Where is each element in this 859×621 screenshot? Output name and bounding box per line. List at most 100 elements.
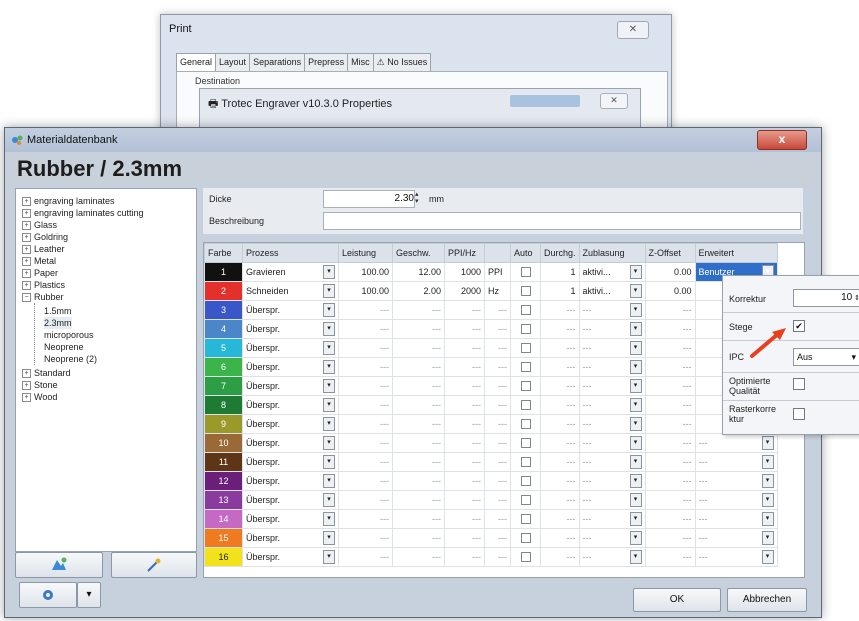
chevron-down-icon[interactable]: ▾ <box>323 322 335 336</box>
auto-checkbox-cell[interactable] <box>510 262 541 282</box>
expand-icon[interactable]: + <box>22 209 31 219</box>
korrektur-input[interactable]: 10 ⇕ <box>793 289 859 307</box>
auto-checkbox[interactable] <box>520 305 531 316</box>
process-select[interactable]: Überspr. ▾ <box>242 528 339 548</box>
auto-checkbox[interactable] <box>520 552 531 563</box>
expand-icon[interactable]: + <box>22 245 31 255</box>
chevron-down-icon[interactable]: ▾ <box>323 550 335 564</box>
table-row[interactable]: 4 Überspr. ▾ --- --- --- --- --- --- ▾ --- <box>204 319 778 339</box>
auto-checkbox-cell[interactable] <box>510 452 541 472</box>
zublasung-select[interactable]: --- ▾ <box>578 376 646 396</box>
tree-node[interactable]: + engraving laminates <box>22 195 115 207</box>
ok-button[interactable]: OK <box>633 588 721 612</box>
tree-child[interactable]: 1.5mm <box>44 305 72 317</box>
optimierte-checkbox[interactable] <box>793 378 805 390</box>
auto-checkbox[interactable] <box>520 343 531 354</box>
table-row[interactable]: 1 Gravieren ▾ 100.00 12.00 1000 PPI 1 aktivi... ▾… <box>204 262 778 282</box>
tree-node[interactable]: + Plastics <box>22 279 65 291</box>
zublasung-select[interactable]: --- ▾ <box>578 357 646 377</box>
tree-node[interactable]: + Metal <box>22 255 56 267</box>
auto-checkbox[interactable] <box>520 495 531 506</box>
tab-misc[interactable]: Misc <box>347 53 374 71</box>
erweitert-select[interactable]: --- ▾ <box>694 509 778 529</box>
table-row[interactable]: 14 Überspr. ▾ --- --- --- --- --- --- ▾ --- --- ▾ <box>204 509 778 529</box>
auto-checkbox[interactable] <box>520 438 531 449</box>
auto-checkbox[interactable] <box>520 514 531 525</box>
tree-node[interactable]: + Wood <box>22 391 57 403</box>
tree-node-rubber[interactable]: − Rubber <box>22 291 64 303</box>
add-material-button[interactable] <box>15 552 103 578</box>
chevron-down-icon[interactable]: ▾ <box>629 360 642 374</box>
table-row[interactable]: 8 Überspr. ▾ --- --- --- --- --- --- ▾ --- <box>204 395 778 415</box>
auto-checkbox[interactable] <box>520 476 531 487</box>
auto-checkbox-cell[interactable] <box>510 528 541 548</box>
auto-checkbox-cell[interactable] <box>510 509 541 529</box>
edit-material-button[interactable] <box>111 552 197 578</box>
auto-checkbox-cell[interactable] <box>510 490 541 510</box>
collapse-icon[interactable]: − <box>22 293 31 303</box>
auto-checkbox-cell[interactable] <box>510 281 541 301</box>
tab-separations[interactable]: Separations <box>249 53 306 71</box>
expand-icon[interactable]: + <box>22 221 31 231</box>
process-select[interactable]: Gravieren ▾ <box>242 262 339 282</box>
auto-checkbox[interactable] <box>520 324 531 335</box>
table-row[interactable]: 15 Überspr. ▾ --- --- --- --- --- --- ▾ --- --- ▾ <box>204 528 778 548</box>
window-close-button[interactable]: x <box>757 130 807 150</box>
cancel-button[interactable]: Abbrechen <box>727 588 807 612</box>
chevron-down-icon[interactable]: ▾ <box>323 284 335 298</box>
chevron-down-icon[interactable]: ▾ <box>629 303 642 317</box>
auto-checkbox[interactable] <box>520 286 531 297</box>
ipc-select[interactable]: Aus ▾ <box>793 348 859 366</box>
chevron-down-icon[interactable]: ▾ <box>629 417 642 431</box>
chevron-down-icon[interactable]: ▾ <box>629 341 642 355</box>
auto-checkbox-cell[interactable] <box>510 471 541 491</box>
table-row[interactable]: 13 Überspr. ▾ --- --- --- --- --- --- ▾ --- --- ▾ <box>204 490 778 510</box>
auto-checkbox-cell[interactable] <box>510 338 541 358</box>
raster-checkbox[interactable] <box>793 408 805 420</box>
expand-icon[interactable]: + <box>22 257 31 267</box>
chevron-down-icon[interactable]: ▾ <box>629 379 642 393</box>
chevron-down-icon[interactable]: ▾ <box>629 474 642 488</box>
chevron-down-icon[interactable]: ▾ <box>629 512 642 526</box>
expand-icon[interactable]: + <box>22 393 31 403</box>
tree-node[interactable]: + Glass <box>22 219 57 231</box>
chevron-down-icon[interactable]: ▾ <box>629 284 642 298</box>
auto-checkbox-cell[interactable] <box>510 433 541 453</box>
process-select[interactable]: Überspr. ▾ <box>242 433 339 453</box>
zublasung-select[interactable]: --- ▾ <box>578 395 646 415</box>
tree-child-selected[interactable]: 2.3mm <box>44 317 72 329</box>
process-select[interactable]: Schneiden ▾ <box>242 281 339 301</box>
material-tree[interactable]: + engraving laminates + engraving laminate… <box>15 188 197 552</box>
settings-dropdown-button[interactable]: ▾ <box>77 582 101 608</box>
chevron-down-icon[interactable]: ▾ <box>323 493 335 507</box>
spinner-icon[interactable]: ⇕ <box>852 295 859 302</box>
auto-checkbox[interactable] <box>520 400 531 411</box>
chevron-down-icon[interactable]: ▾ <box>761 531 774 545</box>
table-row[interactable]: 16 Überspr. ▾ --- --- --- --- --- --- ▾ --- --- ▾ <box>204 547 778 567</box>
chevron-down-icon[interactable]: ▾ <box>323 265 335 279</box>
process-select[interactable]: Überspr. ▾ <box>242 338 339 358</box>
process-select[interactable]: Überspr. ▾ <box>242 547 339 567</box>
tree-child[interactable]: Neoprene (2) <box>44 353 97 365</box>
table-row[interactable]: 7 Überspr. ▾ --- --- --- --- --- --- ▾ --- <box>204 376 778 396</box>
process-select[interactable]: Überspr. ▾ <box>242 300 339 320</box>
chevron-down-icon[interactable]: ▾ <box>761 455 774 469</box>
chevron-down-icon[interactable]: ▾ <box>629 322 642 336</box>
auto-checkbox-cell[interactable] <box>510 395 541 415</box>
tab-general[interactable]: General <box>176 53 217 72</box>
chevron-down-icon[interactable]: ▾ <box>629 455 642 469</box>
chevron-down-icon[interactable]: ▾ <box>323 455 335 469</box>
zublasung-select[interactable]: --- ▾ <box>578 528 646 548</box>
stege-checkbox[interactable]: ✔ <box>793 320 805 332</box>
erweitert-select[interactable]: --- ▾ <box>694 528 778 548</box>
auto-checkbox-cell[interactable] <box>510 414 541 434</box>
tree-node[interactable]: + engraving laminates cutting <box>22 207 144 219</box>
table-row[interactable]: 2 Schneiden ▾ 100.00 2.00 2000 Hz 1 aktivi... ▾ 0.… <box>204 281 778 301</box>
tree-node[interactable]: + Goldring <box>22 231 68 243</box>
process-select[interactable]: Überspr. ▾ <box>242 452 339 472</box>
table-row[interactable]: 6 Überspr. ▾ --- --- --- --- --- --- ▾ --- <box>204 357 778 377</box>
beschreibung-input[interactable] <box>323 212 801 230</box>
zublasung-select[interactable]: --- ▾ <box>578 452 646 472</box>
zublasung-select[interactable]: aktivi... ▾ <box>578 281 646 301</box>
auto-checkbox[interactable] <box>520 457 531 468</box>
